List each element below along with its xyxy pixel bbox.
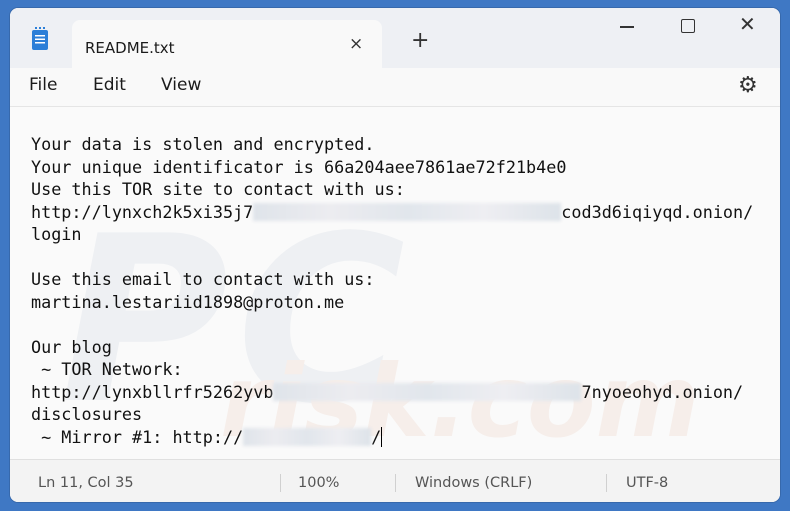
tab-close-icon[interactable]: × <box>349 36 363 53</box>
menu-edit[interactable]: Edit <box>93 75 126 95</box>
text-line: Your unique identificator is 66a204aee78… <box>31 156 567 177</box>
zoom-level[interactable]: 100% <box>298 475 339 491</box>
text-line: Our blog <box>31 336 112 357</box>
menu-bar: File Edit View ⚙ <box>10 68 780 107</box>
text-caret <box>381 426 383 447</box>
text-line: ~ TOR Network: <box>31 359 183 379</box>
status-divider <box>606 474 607 492</box>
redacted-blur <box>243 427 372 446</box>
redacted-blur <box>273 382 582 401</box>
settings-gear-icon[interactable]: ⚙ <box>738 75 758 97</box>
status-divider <box>395 474 396 492</box>
tab-readme[interactable]: README.txt × <box>72 20 382 68</box>
menu-file[interactable]: File <box>29 75 57 95</box>
tab-title: README.txt <box>85 39 175 57</box>
mirror-url-start: ~ Mirror #1: http:// <box>31 426 244 447</box>
text-line: Your data is stolen and encrypted. <box>31 134 375 154</box>
status-bar: Ln 11, Col 35 100% Windows (CRLF) UTF-8 <box>10 459 780 502</box>
minimize-icon[interactable] <box>620 26 634 28</box>
text-line: disclosures <box>31 404 143 424</box>
tor-url-start: http://lynxch2k5xi35j7 <box>31 201 254 222</box>
new-tab-icon[interactable]: + <box>411 30 429 52</box>
notepad-app-icon <box>32 27 48 50</box>
title-bar: README.txt × + ✕ <box>10 8 780 68</box>
maximize-icon[interactable] <box>681 19 695 33</box>
tor-url-end: cod3d6iqiyqd.onion/ <box>561 201 754 222</box>
text-line: Use this email to contact with us: <box>31 269 375 289</box>
blog-url-start: http://lynxbllrfr5262yvb <box>31 381 274 402</box>
line-ending[interactable]: Windows (CRLF) <box>415 475 532 491</box>
status-divider <box>280 474 281 492</box>
window-close-icon[interactable]: ✕ <box>739 14 756 34</box>
text-editor[interactable]: PC risk.com Your data is stolen and encr… <box>10 107 780 459</box>
cursor-position[interactable]: Ln 11, Col 35 <box>38 475 134 491</box>
redacted-blur <box>253 202 562 221</box>
mirror-url-end: / <box>371 426 382 447</box>
text-line: Use this TOR site to contact with us: <box>31 179 405 199</box>
encoding[interactable]: UTF-8 <box>626 475 668 491</box>
text-line: login <box>31 224 82 244</box>
notepad-window: README.txt × + ✕ File Edit View ⚙ PC ris… <box>10 8 780 502</box>
blog-url-end: 7nyoeohyd.onion/ <box>581 381 744 402</box>
document-text[interactable]: Your data is stolen and encrypted. Your … <box>31 133 753 448</box>
menu-view[interactable]: View <box>161 75 201 95</box>
email-text: martina.lestariid1898@proton.me <box>31 291 345 312</box>
